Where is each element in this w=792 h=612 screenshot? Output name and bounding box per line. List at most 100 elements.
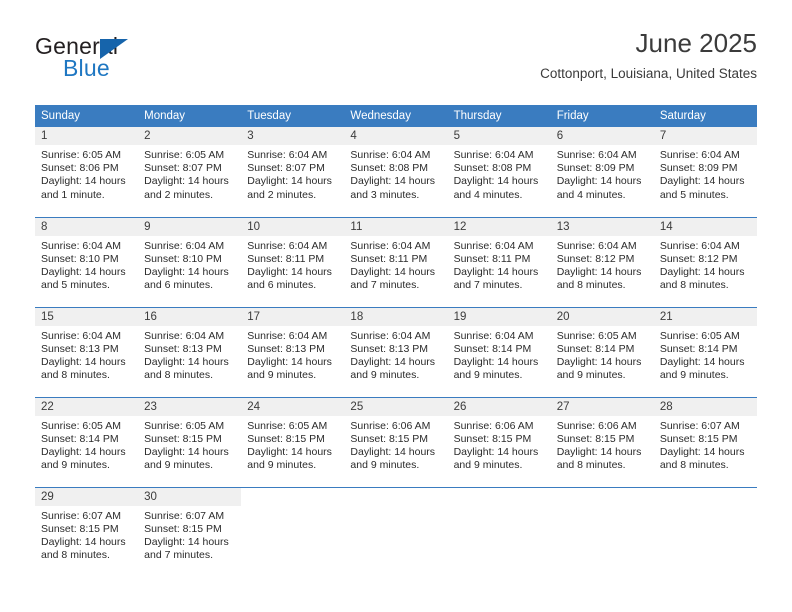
- calendar-day-cell[interactable]: 20 Sunrise: 6:05 AM Sunset: 8:14 PM Dayl…: [550, 306, 654, 397]
- day-info: Sunrise: 6:04 AM Sunset: 8:14 PM Dayligh…: [448, 326, 551, 383]
- day-info: Sunrise: 6:04 AM Sunset: 8:12 PM Dayligh…: [654, 236, 757, 293]
- daylight-text: Daylight: 14 hours and 9 minutes.: [350, 355, 436, 382]
- day-number: 25: [344, 397, 448, 416]
- daylight-text: Daylight: 14 hours and 9 minutes.: [350, 445, 436, 472]
- calendar-day-cell[interactable]: 17 Sunrise: 6:04 AM Sunset: 8:13 PM Dayl…: [241, 306, 345, 397]
- sunrise-text: Sunrise: 6:07 AM: [144, 509, 225, 522]
- sunrise-text: Sunrise: 6:05 AM: [41, 419, 121, 432]
- sunset-text: Sunset: 8:10 PM: [144, 252, 222, 265]
- calendar-day-cell[interactable]: 22 Sunrise: 6:05 AM Sunset: 8:14 PM Dayl…: [35, 396, 139, 487]
- weekday-header-sunday: Sunday: [35, 105, 139, 127]
- daylight-text: Daylight: 14 hours and 8 minutes.: [144, 355, 229, 382]
- day-number: 22: [35, 397, 139, 416]
- calendar-day-cell[interactable]: 29 Sunrise: 6:07 AM Sunset: 8:15 PM Dayl…: [35, 486, 139, 577]
- calendar-day-cell[interactable]: 14 Sunrise: 6:04 AM Sunset: 8:12 PM Dayl…: [653, 216, 757, 307]
- sunrise-text: Sunrise: 6:06 AM: [453, 419, 534, 432]
- day-info: Sunrise: 6:04 AM Sunset: 8:13 PM Dayligh…: [35, 326, 138, 383]
- sunrise-text: Sunrise: 6:05 AM: [659, 329, 740, 342]
- calendar-day-cell[interactable]: 24 Sunrise: 6:05 AM Sunset: 8:15 PM Dayl…: [241, 396, 345, 487]
- calendar-day-cell[interactable]: 13 Sunrise: 6:04 AM Sunset: 8:12 PM Dayl…: [550, 216, 654, 307]
- sunrise-text: Sunrise: 6:06 AM: [556, 419, 637, 432]
- sunset-text: Sunset: 8:11 PM: [247, 252, 325, 265]
- daylight-text: Daylight: 14 hours and 9 minutes.: [247, 355, 332, 382]
- daylight-text: Daylight: 14 hours and 9 minutes.: [247, 445, 332, 472]
- day-number: [241, 488, 344, 506]
- calendar-day-cell[interactable]: 4 Sunrise: 6:04 AM Sunset: 8:08 PM Dayli…: [344, 127, 448, 217]
- title-block: June 2025 Cottonport, Louisiana, United …: [540, 28, 757, 82]
- day-number: [448, 488, 551, 506]
- sunrise-text: Sunrise: 6:05 AM: [247, 419, 328, 432]
- day-number: 16: [138, 307, 242, 326]
- day-info: Sunrise: 6:05 AM Sunset: 8:14 PM Dayligh…: [654, 326, 757, 383]
- weekday-header-tuesday: Tuesday: [241, 105, 345, 127]
- calendar-day-cell-empty: [447, 486, 551, 577]
- calendar-day-cell[interactable]: 5 Sunrise: 6:04 AM Sunset: 8:08 PM Dayli…: [447, 127, 551, 217]
- day-info: Sunrise: 6:05 AM Sunset: 8:14 PM Dayligh…: [35, 416, 138, 473]
- daylight-text: Daylight: 14 hours and 8 minutes.: [659, 265, 745, 292]
- sunrise-text: Sunrise: 6:04 AM: [350, 239, 431, 252]
- calendar-day-cell[interactable]: 18 Sunrise: 6:04 AM Sunset: 8:13 PM Dayl…: [344, 306, 448, 397]
- sunrise-text: Sunrise: 6:04 AM: [247, 239, 328, 252]
- calendar-day-cell[interactable]: 10 Sunrise: 6:04 AM Sunset: 8:11 PM Dayl…: [241, 216, 345, 307]
- sunrise-text: Sunrise: 6:04 AM: [659, 149, 740, 161]
- calendar-day-cell[interactable]: 28 Sunrise: 6:07 AM Sunset: 8:15 PM Dayl…: [653, 396, 757, 487]
- calendar-day-cell[interactable]: 26 Sunrise: 6:06 AM Sunset: 8:15 PM Dayl…: [447, 396, 551, 487]
- calendar-day-cell[interactable]: 19 Sunrise: 6:04 AM Sunset: 8:14 PM Dayl…: [447, 306, 551, 397]
- calendar-day-cell[interactable]: 23 Sunrise: 6:05 AM Sunset: 8:15 PM Dayl…: [138, 396, 242, 487]
- day-info: Sunrise: 6:04 AM Sunset: 8:13 PM Dayligh…: [344, 326, 447, 383]
- daylight-text: Daylight: 14 hours and 8 minutes.: [41, 535, 126, 562]
- sunrise-text: Sunrise: 6:04 AM: [453, 329, 534, 342]
- calendar-day-cell[interactable]: 1 Sunrise: 6:05 AM Sunset: 8:06 PM Dayli…: [35, 127, 139, 217]
- calendar-day-cell[interactable]: 15 Sunrise: 6:04 AM Sunset: 8:13 PM Dayl…: [35, 306, 139, 397]
- daylight-text: Daylight: 14 hours and 9 minutes.: [41, 445, 126, 472]
- calendar-day-cell[interactable]: 9 Sunrise: 6:04 AM Sunset: 8:10 PM Dayli…: [138, 216, 242, 307]
- daylight-text: Daylight: 14 hours and 4 minutes.: [453, 175, 539, 201]
- calendar-day-cell[interactable]: 30 Sunrise: 6:07 AM Sunset: 8:15 PM Dayl…: [138, 486, 242, 577]
- sunset-text: Sunset: 8:08 PM: [453, 162, 532, 175]
- sunset-text: Sunset: 8:15 PM: [41, 522, 119, 535]
- calendar-day-cell[interactable]: 2 Sunrise: 6:05 AM Sunset: 8:07 PM Dayli…: [138, 127, 242, 217]
- daylight-text: Daylight: 14 hours and 5 minutes.: [41, 265, 126, 292]
- sunset-text: Sunset: 8:13 PM: [41, 342, 119, 355]
- day-info: Sunrise: 6:04 AM Sunset: 8:08 PM Dayligh…: [344, 145, 447, 202]
- day-info: Sunrise: 6:04 AM Sunset: 8:11 PM Dayligh…: [241, 236, 344, 293]
- day-number: 6: [550, 127, 654, 145]
- day-number: 3: [241, 127, 345, 145]
- daylight-text: Daylight: 14 hours and 1 minute.: [41, 175, 126, 201]
- sunset-text: Sunset: 8:07 PM: [144, 162, 222, 175]
- page-title: June 2025: [635, 28, 757, 58]
- calendar-week-row: 1 Sunrise: 6:05 AM Sunset: 8:06 PM Dayli…: [35, 127, 757, 217]
- day-info: Sunrise: 6:06 AM Sunset: 8:15 PM Dayligh…: [344, 416, 447, 473]
- sunset-text: Sunset: 8:06 PM: [41, 162, 119, 175]
- calendar-day-cell[interactable]: 27 Sunrise: 6:06 AM Sunset: 8:15 PM Dayl…: [550, 396, 654, 487]
- day-number: 7: [653, 127, 757, 145]
- calendar-day-cell[interactable]: 3 Sunrise: 6:04 AM Sunset: 8:07 PM Dayli…: [241, 127, 345, 217]
- calendar-day-cell[interactable]: 7 Sunrise: 6:04 AM Sunset: 8:09 PM Dayli…: [653, 127, 757, 217]
- sunrise-text: Sunrise: 6:04 AM: [144, 329, 225, 342]
- calendar-header-row: Sunday Monday Tuesday Wednesday Thursday…: [35, 105, 757, 127]
- calendar-day-cell-empty: [241, 486, 345, 577]
- daylight-text: Daylight: 14 hours and 9 minutes.: [453, 445, 539, 472]
- general-blue-logo[interactable]: General Blue: [35, 33, 215, 85]
- calendar-day-cell[interactable]: 12 Sunrise: 6:04 AM Sunset: 8:11 PM Dayl…: [447, 216, 551, 307]
- calendar-day-cell[interactable]: 16 Sunrise: 6:04 AM Sunset: 8:13 PM Dayl…: [138, 306, 242, 397]
- calendar-day-cell[interactable]: 25 Sunrise: 6:06 AM Sunset: 8:15 PM Dayl…: [344, 396, 448, 487]
- calendar-day-cell[interactable]: 6 Sunrise: 6:04 AM Sunset: 8:09 PM Dayli…: [550, 127, 654, 217]
- daylight-text: Daylight: 14 hours and 9 minutes.: [144, 445, 229, 472]
- calendar-day-cell[interactable]: 8 Sunrise: 6:04 AM Sunset: 8:10 PM Dayli…: [35, 216, 139, 307]
- sunrise-text: Sunrise: 6:04 AM: [41, 329, 121, 342]
- sunrise-text: Sunrise: 6:07 AM: [659, 419, 740, 432]
- day-info: Sunrise: 6:04 AM Sunset: 8:10 PM Dayligh…: [35, 236, 138, 293]
- day-number: 2: [138, 127, 242, 145]
- daylight-text: Daylight: 14 hours and 5 minutes.: [659, 175, 745, 201]
- weekday-header-friday: Friday: [550, 105, 654, 127]
- daylight-text: Daylight: 14 hours and 2 minutes.: [247, 175, 332, 201]
- calendar-page: General Blue June 2025 Cottonport, Louis…: [0, 0, 792, 612]
- calendar-day-cell[interactable]: 11 Sunrise: 6:04 AM Sunset: 8:11 PM Dayl…: [344, 216, 448, 307]
- day-info: Sunrise: 6:05 AM Sunset: 8:15 PM Dayligh…: [241, 416, 344, 473]
- page-header: General Blue June 2025 Cottonport, Louis…: [0, 0, 792, 100]
- sunrise-text: Sunrise: 6:04 AM: [453, 149, 534, 161]
- day-number: 5: [447, 127, 551, 145]
- daylight-text: Daylight: 14 hours and 8 minutes.: [556, 265, 642, 292]
- calendar-day-cell[interactable]: 21 Sunrise: 6:05 AM Sunset: 8:14 PM Dayl…: [653, 306, 757, 397]
